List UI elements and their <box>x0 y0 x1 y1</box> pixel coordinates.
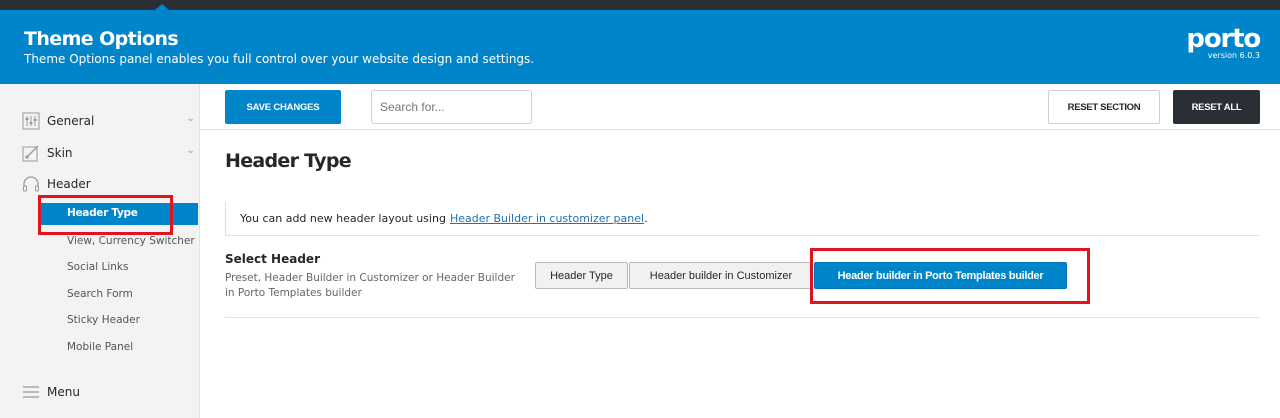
brush-icon <box>22 144 40 162</box>
chevron-down-icon: ⌄ <box>186 113 195 124</box>
theme-options-banner: Theme Options Theme Options panel enable… <box>0 10 1280 84</box>
option-header-builder-customizer[interactable]: Header builder in Customizer <box>629 262 813 289</box>
menu-lines-icon <box>22 383 40 401</box>
sidebar-item-label: Menu <box>47 385 80 399</box>
save-changes-button[interactable]: SAVE CHANGES <box>225 90 341 124</box>
sidebar-subitem-view-currency-switcher[interactable]: View, Currency Switcher <box>67 235 195 247</box>
sliders-icon <box>22 112 40 130</box>
field-divider <box>225 317 1260 318</box>
notice-text: You can add new header layout using <box>240 212 446 225</box>
options-toolbar: SAVE CHANGES RESET SECTION RESET ALL <box>200 84 1280 130</box>
info-notice: You can add new header layout using Head… <box>225 202 1260 236</box>
admin-top-bar <box>0 0 1280 10</box>
option-header-type[interactable]: Header Type <box>535 262 628 289</box>
sidebar-item-label: General <box>47 114 95 128</box>
options-sidebar: General ⌄ Skin ⌄ Header Header Type View… <box>0 84 200 418</box>
section-title: Header Type <box>225 150 352 172</box>
reset-all-button[interactable]: RESET ALL <box>1173 90 1260 124</box>
porto-logo: porto version 6.0.3 <box>1186 24 1261 60</box>
sidebar-item-skin[interactable]: Skin ⌄ <box>22 142 198 164</box>
sidebar-subitem-sticky-header[interactable]: Sticky Header <box>67 314 140 326</box>
sidebar-item-label: Skin <box>47 146 73 160</box>
field-description: Preset, Header Builder in Customizer or … <box>225 272 515 299</box>
logo-text: porto <box>1186 24 1261 54</box>
sidebar-item-header[interactable]: Header <box>22 173 198 195</box>
chevron-down-icon: ⌄ <box>186 145 195 156</box>
headphones-icon <box>22 175 40 193</box>
page-banner-subtitle: Theme Options panel enables you full con… <box>24 52 535 66</box>
highlight-box-porto-builder <box>810 248 1090 304</box>
sidebar-subitem-search-form[interactable]: Search Form <box>67 288 133 300</box>
highlight-box-header-type <box>38 195 173 235</box>
notice-end: . <box>644 212 648 225</box>
sidebar-item-menu[interactable]: Menu <box>22 381 198 403</box>
reset-section-button[interactable]: RESET SECTION <box>1048 90 1160 124</box>
sidebar-item-label: Header <box>47 177 91 191</box>
options-main-panel: Header Type You can add new header layou… <box>200 130 1280 418</box>
page-banner-title: Theme Options <box>24 28 179 50</box>
sidebar-subitem-mobile-panel[interactable]: Mobile Panel <box>67 341 133 353</box>
sidebar-item-general[interactable]: General ⌄ <box>22 110 198 132</box>
search-input[interactable] <box>371 90 532 124</box>
field-title: Select Header <box>225 252 320 266</box>
sidebar-subitem-social-links[interactable]: Social Links <box>67 261 128 273</box>
header-builder-link[interactable]: Header Builder in customizer panel <box>450 212 644 225</box>
